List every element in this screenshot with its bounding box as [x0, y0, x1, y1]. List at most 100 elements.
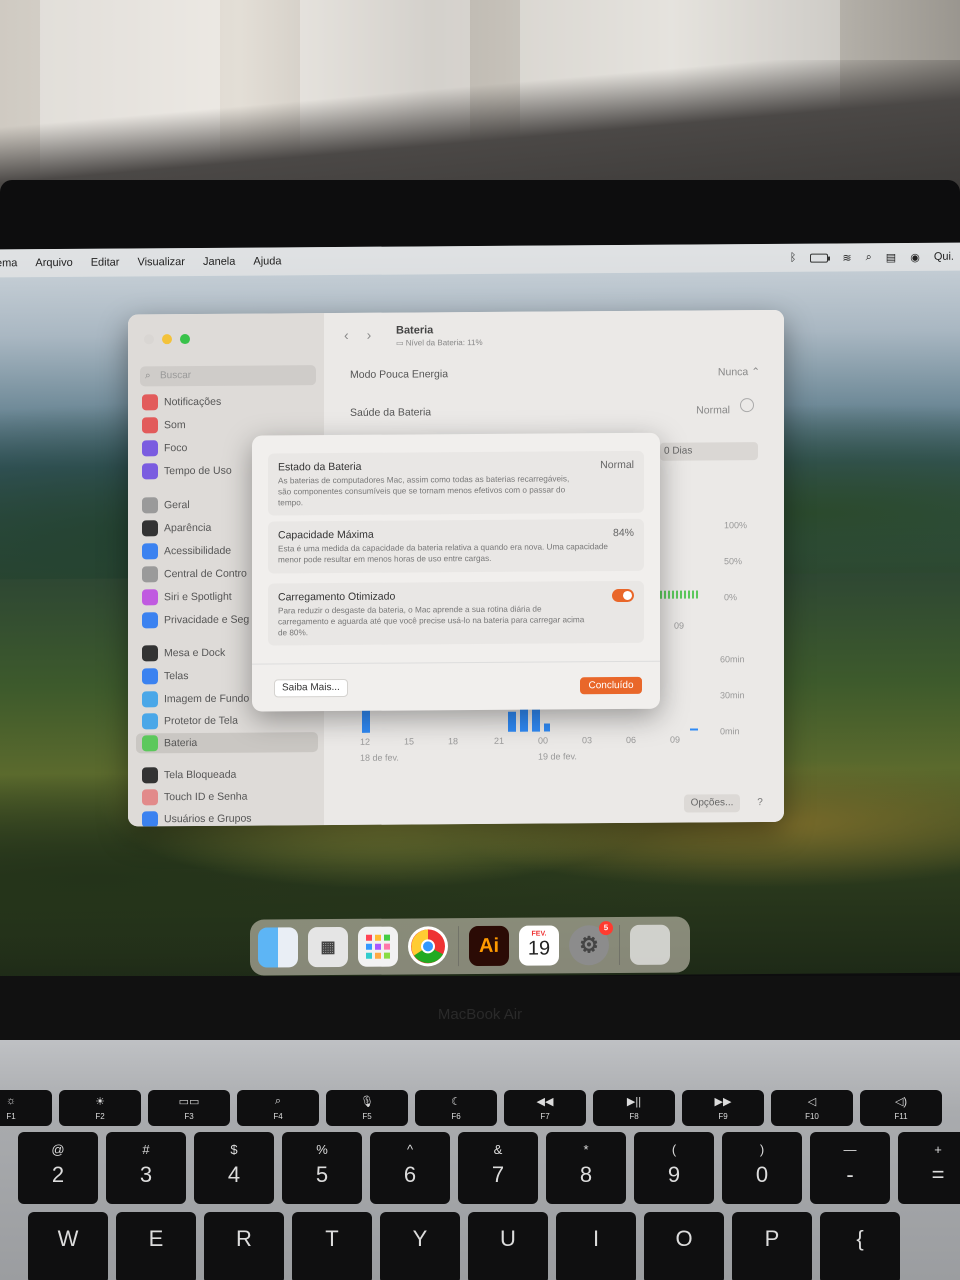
function-key[interactable]: ▭▭ F3	[148, 1090, 230, 1126]
battery-icon[interactable]	[810, 253, 829, 263]
done-button[interactable]: Concluído	[580, 676, 642, 695]
sidebar-item-label: Acessibilidade	[164, 544, 232, 558]
zoom-button[interactable]	[180, 334, 190, 345]
sidebar-item-icon	[142, 520, 158, 537]
sidebar-item-label: Siri e Spotlight	[164, 590, 232, 604]
control-center-icon[interactable]: ▤	[886, 251, 896, 264]
function-key[interactable]: ☼ F1	[0, 1090, 52, 1126]
learn-more-button[interactable]: Saiba Mais...	[274, 678, 348, 698]
key-shift-symbol: —	[843, 1142, 857, 1157]
number-key[interactable]: #3	[106, 1132, 186, 1204]
illustrator-icon[interactable]: Ai	[469, 925, 509, 967]
launchpad-grid-icon	[366, 934, 390, 959]
key-letter: Y	[412, 1226, 428, 1251]
key-shift-symbol: %	[316, 1142, 328, 1157]
number-key[interactable]: @2	[18, 1132, 98, 1204]
nav-buttons: ‹ ›	[344, 327, 371, 343]
sidebar-item-label: Aparência	[164, 521, 212, 535]
wifi-icon[interactable]: ≋	[842, 251, 851, 264]
function-key[interactable]: ☀ F2	[59, 1090, 141, 1126]
key-shift-symbol: $	[230, 1142, 238, 1157]
siri-icon[interactable]: ◉	[910, 250, 920, 263]
menu-ajuda[interactable]: Ajuda	[253, 255, 281, 267]
number-key[interactable]: & 7	[458, 1132, 538, 1204]
letter-key[interactable]: U	[468, 1212, 548, 1280]
letter-key[interactable]: T	[292, 1212, 372, 1280]
sidebar-item-label: Som	[164, 419, 186, 432]
launchpad-icon[interactable]	[358, 926, 398, 967]
number-key[interactable]: ) 0	[722, 1132, 802, 1204]
sidebar-item[interactable]: Touch ID e Senha	[142, 786, 322, 807]
number-key[interactable]: % 5	[282, 1132, 362, 1204]
menu-clock[interactable]: Qui.	[934, 251, 954, 263]
sidebar-item[interactable]: Som	[142, 414, 322, 435]
number-key[interactable]: ^ 6	[370, 1132, 450, 1204]
function-key[interactable]: ◁ F10	[771, 1090, 853, 1126]
key-shift-symbol: @	[51, 1142, 65, 1157]
key-shift-symbol: (	[671, 1142, 677, 1157]
menu-editar[interactable]: Editar	[91, 257, 120, 269]
chrome-icon[interactable]	[408, 926, 448, 967]
menu-janela[interactable]: Janela	[203, 256, 235, 268]
menu-arquivo[interactable]: Arquivo	[35, 257, 72, 269]
calculator-icon[interactable]: ▦	[308, 926, 348, 968]
function-key[interactable]: ⌕ F4	[237, 1090, 319, 1126]
key-letter: E	[148, 1226, 164, 1251]
letter-key[interactable]: P	[732, 1212, 812, 1280]
low-power-select[interactable]: Nunca ⌃	[718, 366, 760, 378]
back-icon[interactable]: ‹	[344, 327, 349, 343]
x-tick: 03	[582, 735, 593, 746]
number-key[interactable]: * 8	[546, 1132, 626, 1204]
optimized-toggle[interactable]	[612, 588, 634, 603]
function-key[interactable]: ◁) F11	[860, 1090, 942, 1126]
search-input[interactable]: ⌕ Buscar	[140, 365, 316, 387]
minimize-button[interactable]	[162, 334, 172, 345]
system-settings-icon[interactable]: ⚙ 5	[569, 921, 613, 966]
min-tick: 60min	[720, 654, 745, 665]
menu-visualizar[interactable]: Visualizar	[137, 256, 185, 268]
function-key[interactable]: ☾ F6	[415, 1090, 497, 1126]
info-icon[interactable]	[740, 398, 754, 413]
letter-key[interactable]: O	[644, 1212, 724, 1280]
calendar-icon[interactable]: FEV. 19	[519, 925, 559, 966]
number-key[interactable]: (9	[634, 1132, 714, 1204]
sidebar-item-icon	[142, 789, 158, 806]
key-letter: U	[500, 1226, 516, 1251]
close-button[interactable]	[144, 334, 154, 345]
options-button[interactable]: Opções...	[684, 794, 740, 813]
number-key[interactable]: — -	[810, 1132, 890, 1204]
menu-bar: ema Arquivo Editar Visualizar Janela Aju…	[0, 242, 960, 278]
sidebar-item[interactable]: Tela Bloqueada	[142, 764, 322, 785]
sidebar-item[interactable]: Protetor de Tela	[142, 710, 322, 731]
letter-key[interactable]: W	[28, 1212, 108, 1280]
function-key[interactable]: ▶▶ F9	[682, 1090, 764, 1126]
bluetooth-icon[interactable]: ᛒ	[790, 252, 797, 264]
number-key[interactable]: $4	[194, 1132, 274, 1204]
help-button[interactable]: ?	[752, 795, 768, 811]
range-selector[interactable]: 0 Dias	[660, 442, 758, 461]
search-icon[interactable]: ⌕	[866, 251, 872, 264]
sidebar-item-icon	[142, 394, 158, 411]
letter-key[interactable]: R	[204, 1212, 284, 1280]
letter-key[interactable]: Y	[380, 1212, 460, 1280]
finder-icon[interactable]	[258, 927, 298, 968]
number-key[interactable]: + =	[898, 1132, 960, 1204]
sidebar-item[interactable]: Usuários e Grupos	[142, 808, 322, 827]
trash-icon[interactable]	[630, 924, 670, 965]
function-key[interactable]: ◀◀ F7	[504, 1090, 586, 1126]
letter-key[interactable]: {	[820, 1212, 900, 1280]
sidebar-item[interactable]: Bateria	[136, 732, 318, 754]
date-label: 19 de fev.	[538, 751, 577, 762]
sidebar-item-icon	[142, 463, 158, 480]
key-letter: O	[675, 1226, 693, 1251]
function-key-icon: ◁)	[894, 1096, 908, 1108]
forward-icon[interactable]: ›	[367, 327, 372, 343]
function-key-label: F5	[362, 1112, 372, 1121]
menu-app[interactable]: ema	[0, 257, 17, 269]
letter-key[interactable]: E	[116, 1212, 196, 1280]
letter-key[interactable]: I	[556, 1212, 636, 1280]
sidebar-item[interactable]: Notificações	[142, 391, 322, 412]
sidebar-item-label: Usuários e Grupos	[164, 812, 252, 826]
function-key[interactable]: 🎙 F5	[326, 1090, 408, 1126]
function-key[interactable]: ▶|| F8	[593, 1090, 675, 1126]
